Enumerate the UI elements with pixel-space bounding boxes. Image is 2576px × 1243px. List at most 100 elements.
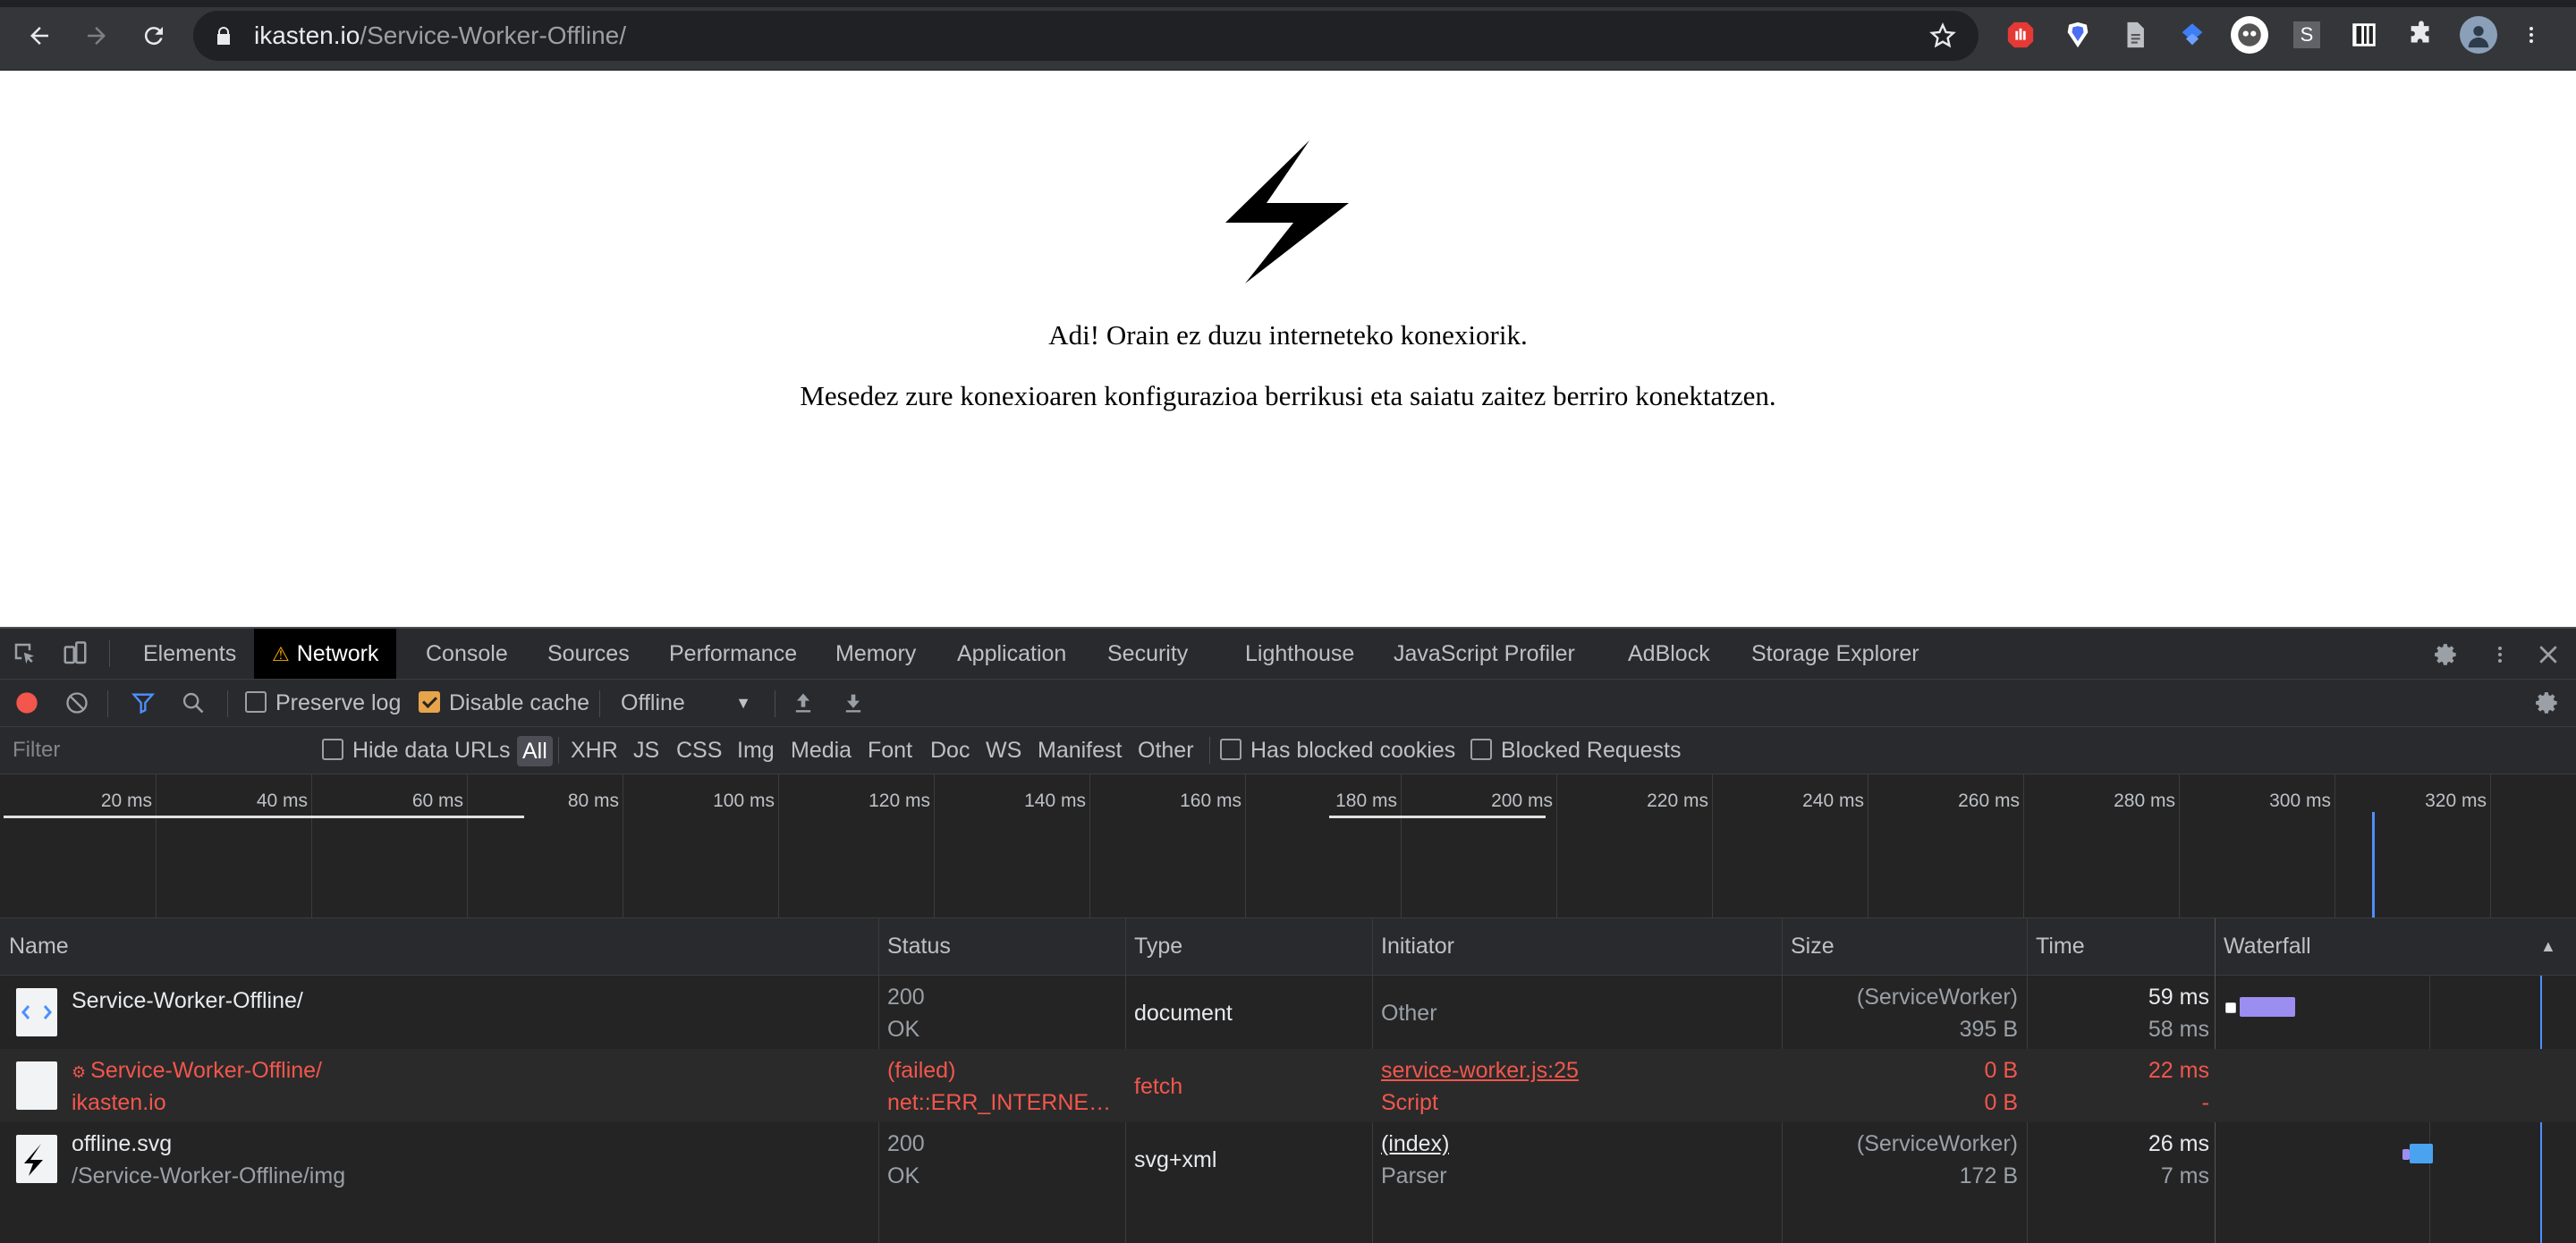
tab-performance[interactable]: Performance <box>669 629 797 679</box>
disable-cache-checkbox[interactable]: Disable cache <box>419 680 589 726</box>
overview-gridline <box>778 774 779 917</box>
lock-icon <box>217 27 230 45</box>
device-toolbar-icon[interactable] <box>61 639 89 668</box>
request-path: ikasten.io <box>72 1090 166 1115</box>
filter-input[interactable]: Filter <box>0 731 317 770</box>
table-row[interactable]: Service-Worker-Offline/ 200 OK document … <box>0 976 2576 1049</box>
import-har-button[interactable] <box>791 690 816 715</box>
toolbar-separator <box>1209 737 1210 764</box>
request-status-text: OK <box>887 1163 920 1188</box>
column-status-header[interactable]: Status <box>878 918 951 975</box>
overview-tick: 220 ms <box>1647 791 1708 811</box>
storage-extension-icon[interactable] <box>2345 16 2383 54</box>
address-bar[interactable]: ikasten.io/Service-Worker-Offline/ <box>193 11 1979 61</box>
export-har-button[interactable] <box>841 690 866 715</box>
filter-type-css[interactable]: CSS <box>676 727 722 774</box>
ghost-extension-icon[interactable] <box>2231 16 2268 54</box>
tab-network[interactable]: ⚠ Network <box>254 629 397 679</box>
toolbar-separator <box>109 640 110 667</box>
settings-gear-icon[interactable] <box>2431 639 2462 670</box>
puzzle-icon[interactable] <box>2402 16 2440 54</box>
record-button[interactable] <box>14 690 39 715</box>
file-icon <box>16 1061 57 1110</box>
tab-elements[interactable]: Elements <box>143 629 236 679</box>
filter-type-doc[interactable]: Doc <box>930 727 970 774</box>
document-extension-icon[interactable] <box>2116 16 2154 54</box>
s-extension-icon[interactable]: S <box>2288 16 2326 54</box>
tab-sources[interactable]: Sources <box>547 629 630 679</box>
filter-type-xhr[interactable]: XHR <box>571 727 618 774</box>
checkbox-box <box>322 739 343 761</box>
throttling-select[interactable]: Offline ▼ <box>621 680 751 726</box>
request-status-text: OK <box>887 1017 920 1042</box>
filter-type-manifest[interactable]: Manifest <box>1038 727 1122 774</box>
tab-lighthouse[interactable]: Lighthouse <box>1245 629 1354 679</box>
request-time: 26 ms <box>2148 1131 2209 1156</box>
clear-icon <box>66 692 88 714</box>
filter-type-other[interactable]: Other <box>1138 727 1194 774</box>
tab-memory[interactable]: Memory <box>835 629 916 679</box>
overview-gridline <box>2334 774 2335 917</box>
offline-message-body: Mesedez zure konexioaren konfigurazioa b… <box>800 380 1776 411</box>
toolbar-separator <box>599 690 600 717</box>
filter-type-img[interactable]: Img <box>737 727 775 774</box>
column-waterfall-header[interactable]: Waterfall <box>2215 918 2311 975</box>
adblock-icon[interactable] <box>2002 16 2039 54</box>
request-path: /Service-Worker-Offline/img <box>72 1163 346 1188</box>
preserve-log-checkbox[interactable]: Preserve log <box>245 680 401 726</box>
network-settings-gear-icon[interactable] <box>2533 689 2562 717</box>
filter-toggle-button[interactable] <box>131 690 156 715</box>
html-document-icon <box>16 988 57 1036</box>
column-size-header[interactable]: Size <box>1782 918 1835 975</box>
avatar[interactable] <box>2460 16 2497 54</box>
tab-adblock[interactable]: AdBlock <box>1628 629 1710 679</box>
forward-button[interactable] <box>77 16 116 55</box>
tab-console[interactable]: Console <box>426 629 508 679</box>
tab-application[interactable]: Application <box>957 629 1066 679</box>
bookmark-star-icon[interactable] <box>1928 21 1957 50</box>
table-row[interactable]: offline.svg /Service-Worker-Offline/img … <box>0 1122 2576 1196</box>
table-row[interactable]: ⚙ Service-Worker-Offline/ ikasten.io (fa… <box>0 1049 2576 1122</box>
overview-gridline <box>2023 774 2024 917</box>
back-button[interactable] <box>20 16 59 55</box>
column-time-header[interactable]: Time <box>2027 918 2085 975</box>
more-options-icon[interactable] <box>2485 639 2515 670</box>
has-blocked-cookies-checkbox[interactable]: Has blocked cookies <box>1220 727 1455 774</box>
checkbox-box <box>1470 739 1492 761</box>
chrome-menu-button[interactable] <box>2521 16 2542 54</box>
filter-type-all[interactable]: All <box>517 736 553 766</box>
filter-type-js[interactable]: JS <box>633 727 659 774</box>
overview-tick: 280 ms <box>2114 791 2175 811</box>
tab-storage-explorer[interactable]: Storage Explorer <box>1751 629 1919 679</box>
column-type-header[interactable]: Type <box>1125 918 1182 975</box>
waterfall-waiting-bar <box>2402 1149 2410 1160</box>
overview-gridline <box>1712 774 1713 917</box>
blocked-requests-checkbox[interactable]: Blocked Requests <box>1470 727 1682 774</box>
request-initiator-link[interactable]: service-worker.js:25 <box>1381 1058 1579 1084</box>
request-initiator-link[interactable]: (index) <box>1381 1131 1449 1157</box>
overview-request-bar <box>1329 816 1546 818</box>
overview-tick: 300 ms <box>2269 791 2331 811</box>
overview-tick: 80 ms <box>567 791 619 811</box>
inspect-element-icon[interactable] <box>11 639 39 668</box>
reload-button[interactable] <box>134 16 174 55</box>
column-name-header[interactable]: Name <box>0 918 69 975</box>
bookmark-extension-icon[interactable] <box>2174 16 2211 54</box>
tab-javascript-profiler[interactable]: JavaScript Profiler <box>1394 629 1575 679</box>
filter-type-ws[interactable]: WS <box>986 727 1021 774</box>
hide-data-urls-checkbox[interactable]: Hide data URLs <box>322 727 510 774</box>
search-button[interactable] <box>181 690 206 715</box>
filter-type-font[interactable]: Font <box>868 727 912 774</box>
brave-shield-icon[interactable] <box>2059 16 2097 54</box>
filter-type-media[interactable]: Media <box>791 727 852 774</box>
toolbar-separator <box>227 690 228 717</box>
request-name: offline.svg <box>72 1131 173 1156</box>
network-overview[interactable]: 20 ms 40 ms 60 ms 80 ms 100 ms 120 ms 14… <box>0 774 2576 918</box>
clear-button[interactable] <box>64 690 89 715</box>
disable-cache-label: Disable cache <box>449 690 590 715</box>
sort-ascending-icon[interactable]: ▲ <box>2531 918 2556 975</box>
close-icon[interactable] <box>2533 639 2563 670</box>
column-initiator-header[interactable]: Initiator <box>1372 918 1454 975</box>
tab-security[interactable]: Security <box>1107 629 1188 679</box>
checkbox-box <box>245 691 267 714</box>
